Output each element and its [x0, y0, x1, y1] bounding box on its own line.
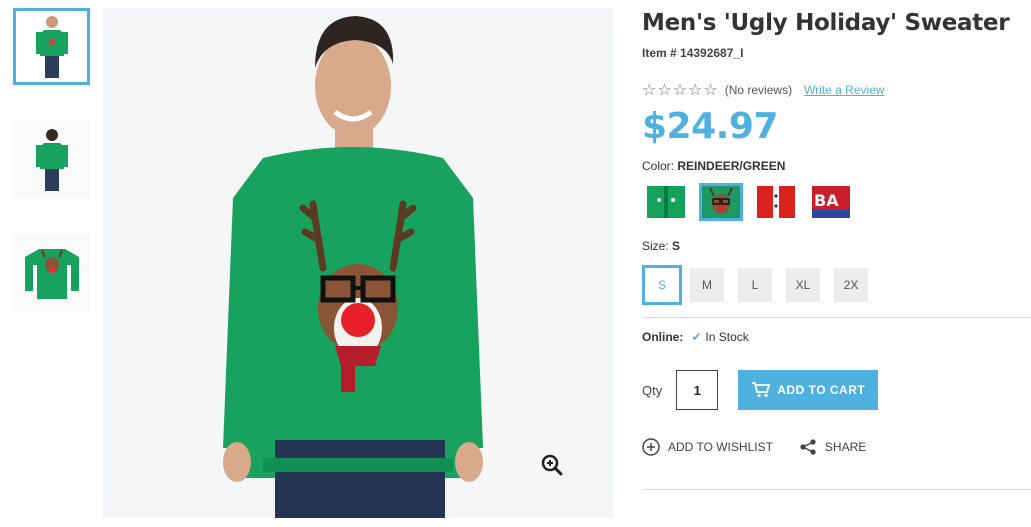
qty-input[interactable]: 1: [676, 370, 719, 410]
cart-row: Qty 1 ADD TO CART: [642, 370, 1031, 410]
size-option-l[interactable]: L: [738, 268, 772, 302]
divider: [642, 317, 1031, 318]
size-options: S M L XL 2X: [642, 265, 1031, 305]
wishlist-label: ADD TO WISHLIST: [668, 440, 773, 454]
color-swatches: BA: [644, 183, 1031, 221]
checkmark-icon: ✔: [691, 330, 702, 344]
product-title: Men's 'Ugly Holiday' Sweater: [642, 10, 1010, 36]
size-label-row: Size: S: [642, 239, 1031, 253]
selected-size: S: [672, 239, 681, 253]
review-count: (No reviews): [724, 83, 793, 97]
star-rating-icon: ☆☆☆☆☆: [642, 82, 719, 99]
plus-circle-icon: [642, 438, 660, 456]
swatch-santa-red[interactable]: [754, 183, 798, 221]
cart-icon: [752, 382, 771, 398]
size-option-m[interactable]: M: [690, 268, 724, 302]
share-icon: [800, 439, 816, 455]
share-label: SHARE: [824, 440, 867, 454]
stock-text: In Stock: [705, 330, 749, 344]
main-product-image[interactable]: [103, 8, 613, 518]
sweater-model-image: [223, 16, 483, 518]
thumbnail-list: [13, 8, 90, 347]
product-page: Men's 'Ugly Holiday' Sweater Item # 1439…: [0, 0, 1031, 527]
qty-label: Qty: [642, 382, 663, 398]
online-label: Online:: [642, 330, 684, 344]
share-button[interactable]: SHARE: [799, 438, 866, 456]
zoom-icon[interactable]: [541, 454, 563, 476]
thumbnail-back[interactable]: [13, 121, 90, 198]
svg-text:BA: BA: [814, 191, 839, 210]
size-option-s[interactable]: S: [642, 265, 682, 305]
swatch-elf-green[interactable]: [644, 183, 688, 221]
rating-row: ☆☆☆☆☆ (No reviews) Write a Review: [642, 80, 1031, 100]
add-to-wishlist-button[interactable]: ADD TO WISHLIST: [642, 438, 773, 456]
thumbnail-front[interactable]: [13, 8, 90, 85]
selected-color: REINDEER/GREEN: [677, 159, 786, 173]
stock-status: Online: ✔ In Stock: [642, 330, 1031, 344]
swatch-reindeer-green[interactable]: [699, 183, 743, 221]
size-option-xl[interactable]: XL: [786, 268, 820, 302]
size-option-2x[interactable]: 2X: [834, 268, 868, 302]
add-to-cart-label: ADD TO CART: [777, 383, 866, 397]
write-review-link[interactable]: Write a Review: [804, 83, 884, 97]
swatch-bah-red[interactable]: BA: [809, 183, 853, 221]
item-number: Item # 14392687_I: [642, 46, 744, 60]
add-to-cart-button[interactable]: ADD TO CART: [738, 370, 879, 410]
color-label: Color:: [642, 159, 675, 173]
secondary-actions: ADD TO WISHLIST SHARE: [642, 438, 1031, 456]
divider-bottom: [642, 489, 1031, 490]
product-price: $24.97: [642, 106, 778, 147]
color-label-row: Color: REINDEER/GREEN: [642, 159, 1031, 173]
product-details: Men's 'Ugly Holiday' Sweater Item # 1439…: [642, 0, 1031, 490]
thumbnail-flat[interactable]: [13, 234, 90, 311]
size-label: Size:: [642, 239, 669, 253]
